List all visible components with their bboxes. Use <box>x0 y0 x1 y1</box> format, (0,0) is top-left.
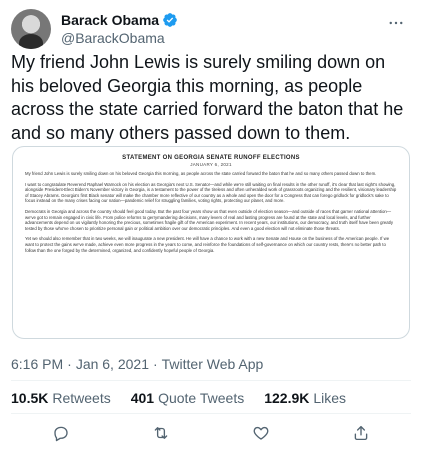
author-display-name[interactable]: Barack Obama <box>61 11 159 29</box>
tweet-card: Barack Obama @BarackObama My friend John… <box>0 0 422 450</box>
statement-paragraph: My friend John Lewis is surely smiling d… <box>25 171 377 176</box>
more-options-icon[interactable] <box>384 11 408 35</box>
likes-stat[interactable]: 122.9K Likes <box>264 390 346 406</box>
retweets-stat[interactable]: 10.5K Retweets <box>11 390 111 406</box>
statement-paragraph: Yet we should also remember that in two … <box>25 236 390 253</box>
retweets-label: Retweets <box>52 390 111 406</box>
tweet-meta: 6:16 PM · Jan 6, 2021 · Twitter Web App <box>11 356 263 372</box>
likes-count: 122.9K <box>264 390 310 406</box>
statement-paragraph: I want to congratulate Reverend Raphael … <box>25 181 397 204</box>
statement-title: STATEMENT ON GEORGIA SENATE RUNOFF ELECT… <box>122 155 300 161</box>
likes-label: Likes <box>313 390 347 406</box>
meta-separator: · <box>152 356 158 372</box>
tweet-actions <box>11 420 411 446</box>
retweet-icon[interactable] <box>148 420 174 446</box>
tweet-time[interactable]: 6:16 PM <box>11 356 63 372</box>
tweet-stats: 10.5K Retweets 401 Quote Tweets 122.9K L… <box>11 390 366 406</box>
name-row: Barack Obama <box>61 11 178 29</box>
reply-icon[interactable] <box>48 420 74 446</box>
like-icon[interactable] <box>248 420 274 446</box>
retweets-count: 10.5K <box>11 390 49 406</box>
tweet-header: Barack Obama @BarackObama <box>11 9 412 49</box>
avatar[interactable] <box>11 9 51 49</box>
divider <box>11 413 411 414</box>
share-icon[interactable] <box>348 420 374 446</box>
tweet-text: My friend John Lewis is surely smiling d… <box>11 52 404 143</box>
meta-separator: · <box>67 356 72 372</box>
divider <box>11 380 411 381</box>
statement-paragraph: Democrats in Georgia and across the coun… <box>25 208 393 231</box>
tweet-source[interactable]: Twitter Web App <box>162 356 264 372</box>
quote-tweets-stat[interactable]: 401 Quote Tweets <box>131 390 245 406</box>
quote-tweets-count: 401 <box>130 390 155 406</box>
verified-badge-icon <box>162 12 178 28</box>
statement-date: JANUARY 6, 2021 <box>190 162 232 167</box>
author-names: Barack Obama @BarackObama <box>61 11 178 47</box>
statement-image[interactable]: STATEMENT ON GEORGIA SENATE RUNOFF ELECT… <box>12 146 410 339</box>
author-handle[interactable]: @BarackObama <box>61 29 178 47</box>
quote-tweets-label: Quote Tweets <box>158 390 245 406</box>
tweet-date[interactable]: Jan 6, 2021 <box>76 356 149 372</box>
